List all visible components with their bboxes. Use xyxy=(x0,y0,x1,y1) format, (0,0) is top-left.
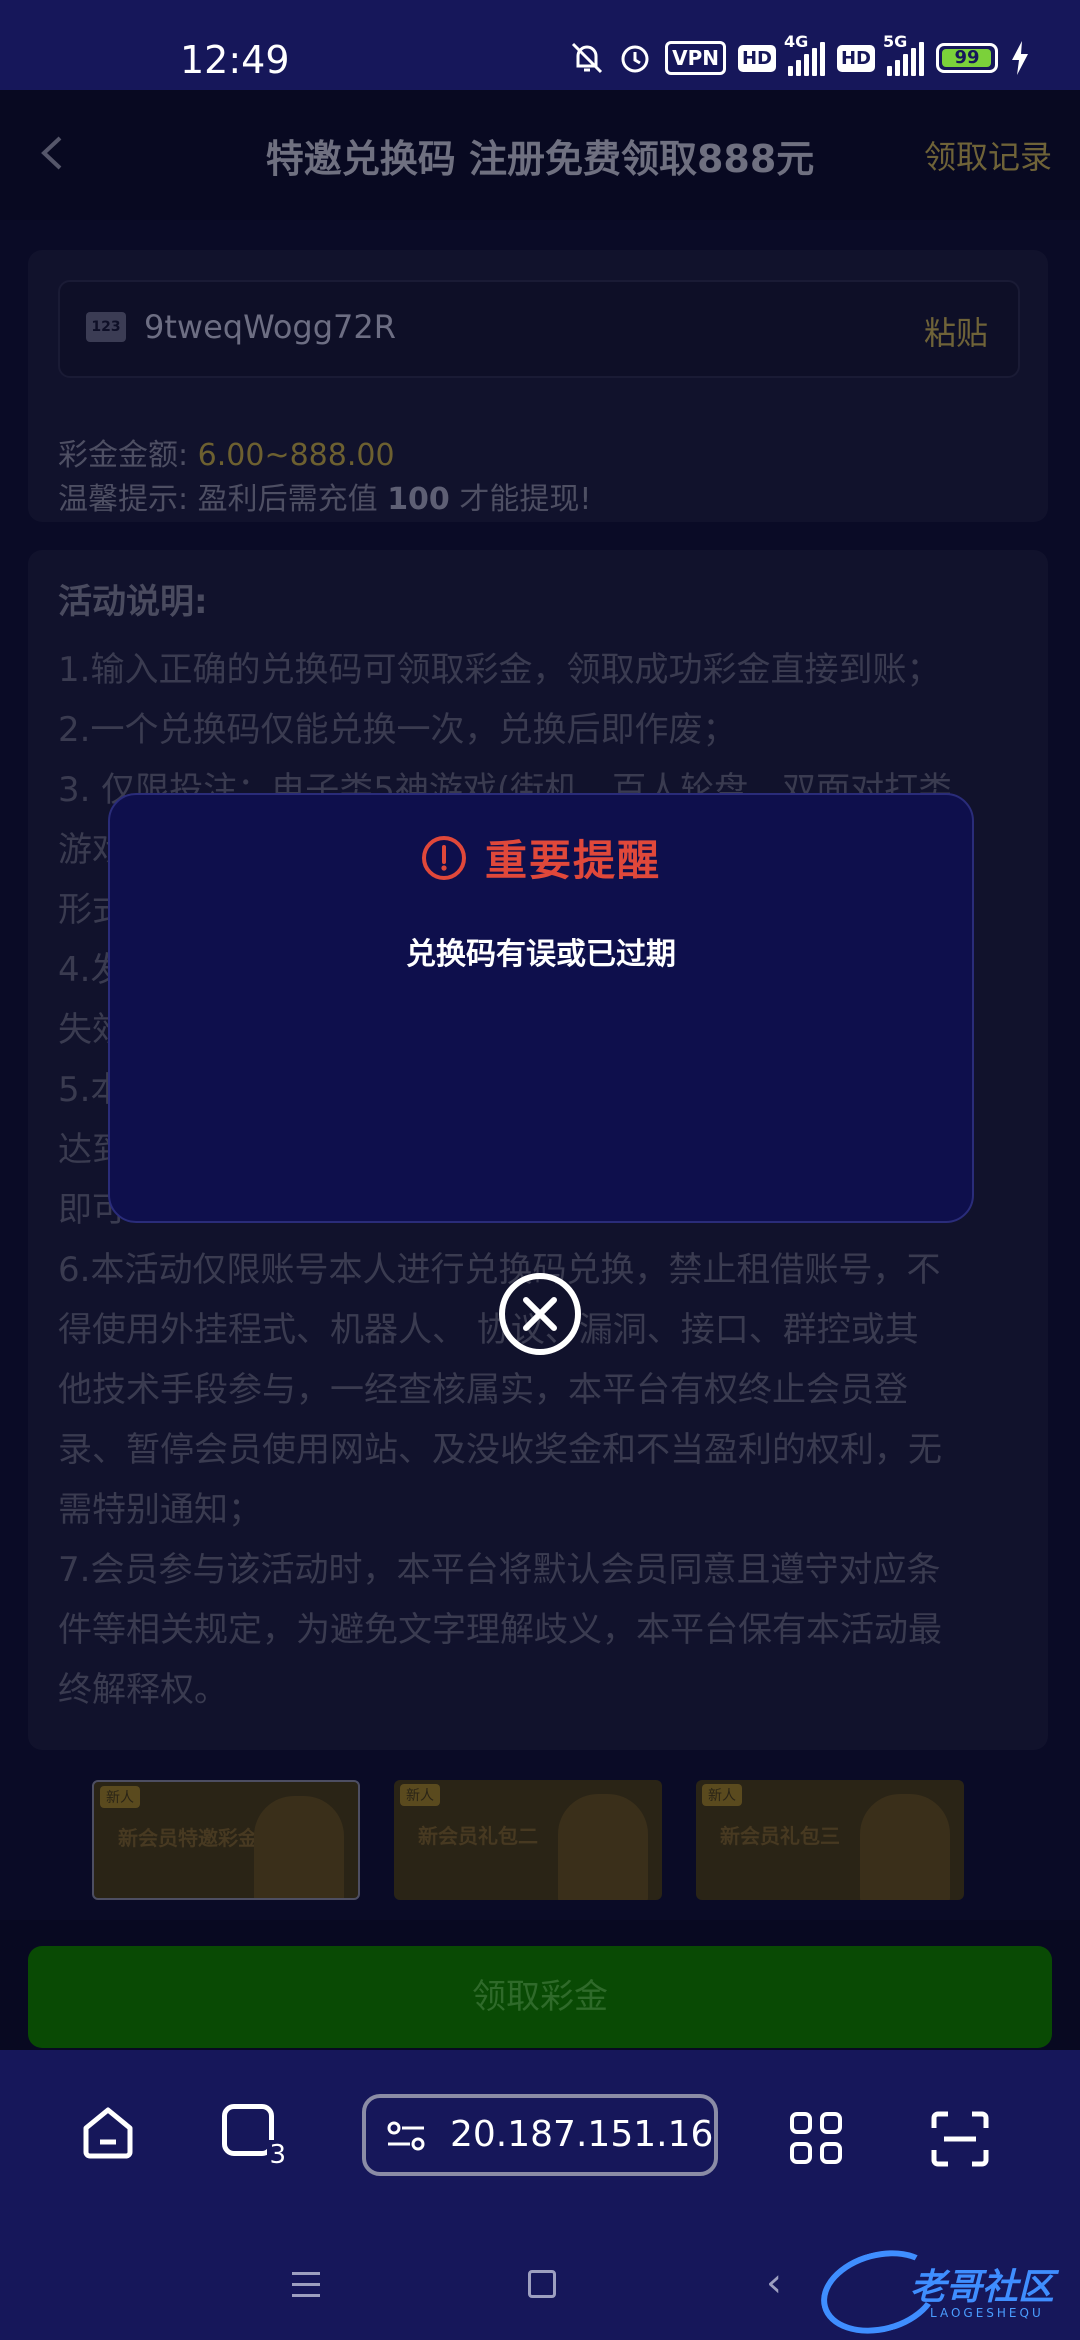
watermark-logo: 老哥社区 LAOGESHEQU xyxy=(811,2237,1070,2340)
site-settings-icon[interactable] xyxy=(386,2120,426,2152)
warning-icon xyxy=(421,835,466,880)
promo-banner-row: 新人 新会员特邀彩金 新人 新会员礼包二 新人 新会员礼包三 xyxy=(0,1780,1080,1940)
status-time: 12:49 xyxy=(180,38,290,82)
mute-bell-icon xyxy=(572,42,603,74)
home-icon[interactable] xyxy=(80,2104,136,2160)
recharge-tip: 温馨提示: 盈利后需充值 100 才能提现! xyxy=(58,482,592,517)
browser-toolbar: 3 20.187.151.162: xyxy=(0,2050,1080,2250)
hd-badge: HD xyxy=(737,44,776,72)
app-header: 特邀兑换码 注册免费领取888元 领取记录 xyxy=(0,90,1080,220)
redeem-code-card: 123 9tweqWogg72R 粘贴 彩金金额: 6.00~888.00 温馨… xyxy=(28,250,1048,522)
redeem-code-input[interactable]: 123 9tweqWogg72R 粘贴 xyxy=(58,280,1020,378)
promo-banner[interactable]: 新人 新会员特邀彩金 xyxy=(92,1780,360,1900)
tabs-button[interactable]: 3 xyxy=(222,2104,288,2170)
status-bar: 12:49 VPN HD 4G HD 5G 99 xyxy=(0,0,1080,90)
page-title: 特邀兑换码 注册免费领取888元 xyxy=(265,137,815,181)
scan-icon[interactable] xyxy=(930,2110,990,2168)
battery-icon: 99 xyxy=(936,43,998,73)
apps-grid-icon[interactable] xyxy=(790,2112,846,2168)
claim-record-link[interactable]: 领取记录 xyxy=(924,132,1052,178)
description-line: 录、暂停会员使用网站、及没收奖金和不当盈利的权利，无 xyxy=(58,1430,942,1470)
tabs-icon xyxy=(222,2104,274,2156)
nav-home-icon[interactable] xyxy=(528,2270,556,2298)
alert-dialog: 重要提醒 兑换码有误或已过期 xyxy=(108,793,974,1223)
description-line: 他技术手段参与，一经查核属实，本平台有权终止会员登 xyxy=(58,1370,908,1410)
alarm-icon xyxy=(621,45,649,73)
code-icon: 123 xyxy=(86,312,126,342)
vpn-badge: VPN xyxy=(665,41,726,75)
dialog-header: 重要提醒 xyxy=(110,827,972,888)
banner-figure xyxy=(254,1796,344,1898)
system-nav-bar: ‹ 老哥社区 LAOGESHEQU xyxy=(0,2237,1080,2340)
dialog-message: 兑换码有误或已过期 xyxy=(406,937,676,972)
charging-icon xyxy=(1012,41,1028,75)
nav-back-icon[interactable]: ‹ xyxy=(766,2260,782,2306)
description-line: 7.会员参与该活动时，本平台将默认会员同意且遵守对应条 xyxy=(58,1550,941,1590)
paste-button[interactable]: 粘贴 xyxy=(924,308,988,354)
hd-badge-2: HD xyxy=(836,44,875,72)
url-bar[interactable]: 20.187.151.162: xyxy=(362,2094,718,2176)
description-title: 活动说明: xyxy=(58,582,208,622)
signal-4g-icon: 4G xyxy=(784,32,825,76)
description-line: 终解释权。 xyxy=(58,1670,228,1710)
promo-banner[interactable]: 新人 新会员礼包三 xyxy=(696,1780,964,1900)
submit-area: 领取彩金 xyxy=(0,1920,1080,2050)
close-dialog-icon[interactable] xyxy=(497,1271,583,1357)
dialog-title: 重要提醒 xyxy=(484,836,661,885)
signal-5g-icon: 5G xyxy=(883,32,924,76)
status-icons: VPN HD 4G HD 5G 99 xyxy=(569,32,1030,76)
banner-figure xyxy=(558,1794,648,1900)
promo-banner[interactable]: 新人 新会员礼包二 xyxy=(394,1780,662,1900)
description-line: 1.输入正确的兑换码可领取彩金，领取成功彩金直接到账； xyxy=(58,650,941,690)
claim-bonus-button[interactable]: 领取彩金 xyxy=(28,1946,1052,2048)
tab-count: 3 xyxy=(267,2140,288,2170)
banner-figure xyxy=(860,1794,950,1900)
bonus-amount: 彩金金额: 6.00~888.00 xyxy=(58,438,395,473)
description-line: 2.一个兑换码仅能兑换一次，兑换后即作废； xyxy=(58,710,737,750)
code-value: 9tweqWogg72R xyxy=(144,308,396,346)
description-line: 需特别通知； xyxy=(58,1490,262,1530)
url-text: 20.187.151.162: xyxy=(450,2114,714,2155)
recents-menu-icon[interactable] xyxy=(292,2272,320,2300)
description-line: 件等相关规定，为避免文字理解歧义，本平台保有本活动最 xyxy=(58,1610,942,1650)
